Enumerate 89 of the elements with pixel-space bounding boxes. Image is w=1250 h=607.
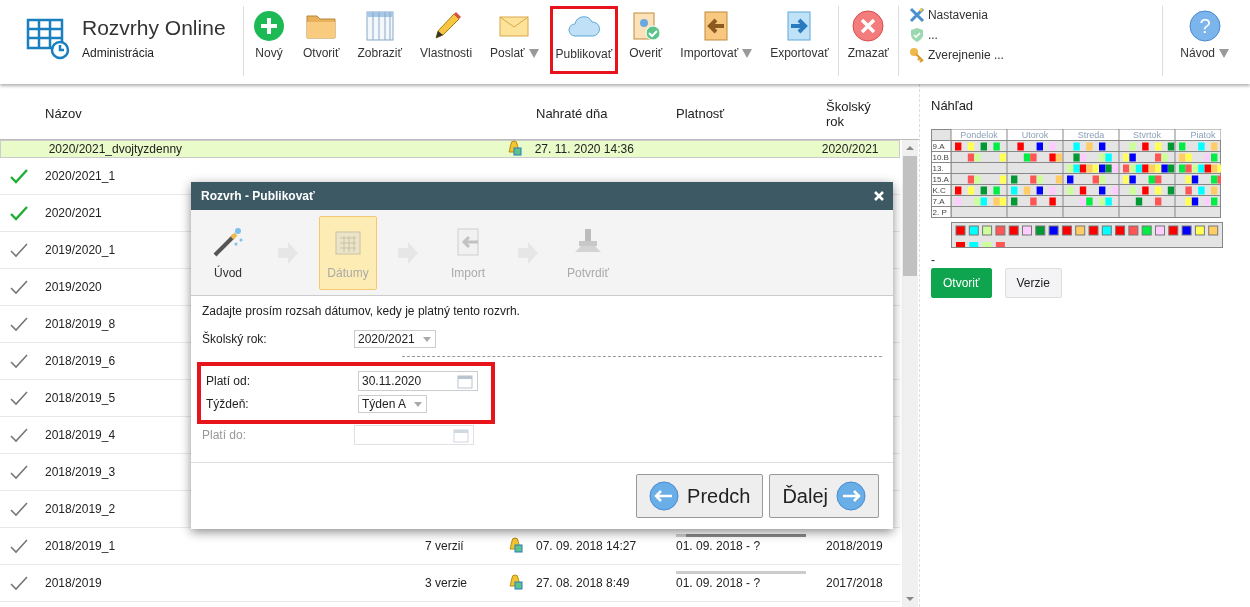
column-header: Platnosť	[676, 106, 726, 121]
app-title: Rozvrhy Online	[82, 16, 226, 40]
toolbar-button[interactable]: Otvoriť	[296, 6, 347, 74]
field-label: Týždeň:	[206, 397, 250, 411]
class-label: K.C	[932, 186, 946, 195]
field-label: Školský rok:	[202, 332, 268, 346]
help-icon: ?	[1188, 10, 1221, 42]
timetable-logo-icon	[26, 16, 70, 60]
table-cell: 27. 08. 2018 8:49	[536, 576, 630, 590]
school-year-select[interactable]: 2020/2021	[354, 330, 436, 348]
table-cell: 2018/2019	[826, 539, 883, 553]
class-label: 2. P	[932, 208, 947, 217]
day-label: Pondelok	[960, 130, 998, 140]
table-row[interactable]: 2020/2021_dvojtyzdenny 27. 11. 2020 14:36 2020/2021	[0, 140, 900, 158]
table-cell: 2020/2021_1	[45, 169, 116, 183]
scrollbar[interactable]	[902, 140, 918, 607]
field-label: Platí do:	[202, 428, 248, 442]
day-label: Stvrtok	[1133, 130, 1161, 140]
table-cell: 27. 11. 2020 14:36	[534, 142, 634, 156]
calendar-icon[interactable]	[457, 373, 473, 389]
table-icon	[363, 10, 396, 42]
table-cell: 3 verzie	[425, 576, 468, 590]
toolbar-link[interactable]: ...	[908, 26, 938, 44]
table-cell: 2019/2020_1	[45, 243, 116, 257]
class-label: 9.A	[932, 142, 945, 151]
preview-button[interactable]: Verzie	[1004, 268, 1062, 298]
table-cell: 7 verzií	[425, 539, 464, 553]
wizard-button[interactable]: Predch	[636, 474, 764, 518]
day-label: Piatok	[1190, 130, 1216, 140]
preview-title: Náhľad	[931, 98, 975, 113]
table-cell: 2018/2019_6	[45, 354, 116, 368]
table-cell: 2020/2021	[821, 142, 879, 156]
wizard-button[interactable]: Ďalej	[769, 474, 879, 518]
toolbar-button[interactable]: Exportovať	[763, 6, 836, 74]
toolbar-button[interactable]: Vlastnosti	[413, 6, 480, 74]
dropdown-caret-icon	[414, 401, 423, 407]
table-cell: 2018/2019_4	[45, 428, 116, 442]
app-subtitle: Administrácia	[82, 46, 156, 60]
table-cell: 2018/2019	[45, 576, 102, 590]
class-label: 13.	[932, 164, 944, 173]
table-cell-text: 01. 09. 2018 - ?	[676, 538, 762, 553]
calendar-icon[interactable]	[453, 427, 469, 443]
shield-check-icon	[908, 27, 925, 43]
arrow-right-icon	[836, 481, 866, 511]
note-text: -	[931, 254, 936, 266]
class-label: 15.A	[932, 175, 949, 184]
help-button[interactable]: ? Návod	[1173, 6, 1236, 74]
toolbar-button[interactable]: Zmazať	[840, 6, 896, 74]
table-cell-text: 01. 09. 2018 - ?	[676, 575, 762, 590]
table-cell: 2018/2019_8	[45, 317, 116, 331]
week-select[interactable]: Týden A	[358, 395, 428, 413]
date-field[interactable]: 30.11.2020	[358, 371, 478, 391]
class-label: 10.B	[932, 153, 949, 162]
toolbar-button[interactable]: Publikovať	[549, 6, 619, 74]
table-cell: 2018/2019_2	[45, 502, 116, 516]
close-icon	[852, 10, 885, 42]
arrow-left-icon	[649, 481, 680, 511]
toolbar-button[interactable]: Importovať	[673, 6, 760, 74]
toolbar-link[interactable]: Nastavenia	[908, 6, 988, 24]
field-label: Platí od:	[206, 374, 252, 388]
table-cell: 2020/2021	[45, 206, 102, 220]
toolbar-button[interactable]: Zobraziť	[350, 6, 410, 74]
toolbar-link[interactable]: Zverejnenie ...	[908, 46, 1004, 64]
instruction-text: Zadajte prosím rozsah dátumov, kedy je platný tento rozvrh.	[202, 304, 521, 318]
class-label: 7.A	[932, 197, 945, 206]
day-label: Streda	[1077, 130, 1105, 140]
date-field[interactable]	[354, 425, 474, 445]
table-cell: 2018/2019_5	[45, 391, 116, 405]
table-cell: 2018/2019_1	[45, 539, 116, 553]
dropdown-caret-icon	[422, 336, 431, 342]
magic-wand-icon	[212, 225, 244, 258]
tools-icon	[908, 7, 925, 23]
plus-icon	[253, 10, 285, 42]
toolbar-button[interactable]: Overiť	[622, 6, 670, 74]
toolbar-button[interactable]: Nový	[246, 6, 292, 74]
table-cell: 2020/2021_dvojtyzdenny	[48, 142, 183, 156]
table-cell: 07. 09. 2018 14:27	[536, 539, 637, 553]
column-header: Nahraté dňa	[536, 106, 609, 121]
table-cell: 2018/2019_3	[45, 465, 116, 479]
wizard-step[interactable]: Úvod	[199, 215, 257, 290]
day-label: Utorok	[1021, 130, 1049, 140]
table-cell: 2017/2018	[826, 576, 883, 590]
table-row[interactable]: 2018/2019 3 verzie 27. 08. 2018 8:49 01. 09. 2018 - ? 2017/2018	[0, 565, 900, 602]
column-header: Názov	[45, 106, 83, 121]
table-cell: 2019/2020	[45, 280, 102, 294]
column-header: Školský rok	[826, 98, 872, 129]
toolbar-button[interactable]: Poslať	[483, 6, 546, 74]
key-icon	[908, 47, 925, 63]
close-icon[interactable]	[874, 191, 884, 201]
